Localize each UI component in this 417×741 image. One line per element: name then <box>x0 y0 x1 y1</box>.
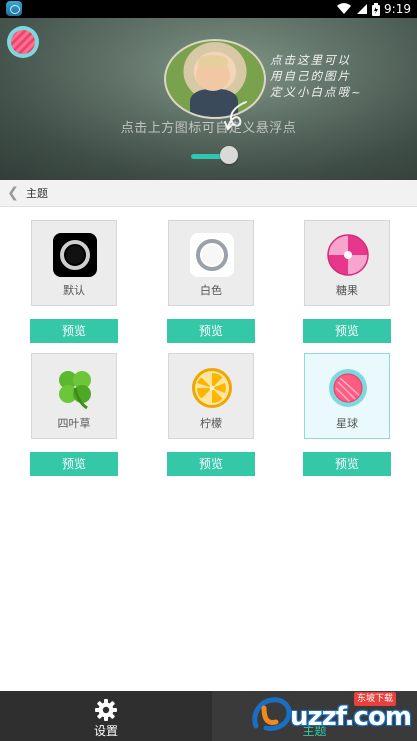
tab-label: 设置 <box>93 724 118 738</box>
header-caption: 点击上方图标可自定义悬浮点 <box>120 121 297 136</box>
title-bar: ❮ 主题 <box>0 180 417 207</box>
tab-settings[interactable]: 设置 <box>0 691 212 741</box>
gear-icon <box>95 699 117 721</box>
preview-button-clover[interactable]: 预览 <box>30 452 118 476</box>
theme-label: 糖果 <box>336 284 358 297</box>
black-ring-icon <box>53 233 97 277</box>
size-slider-thumb[interactable] <box>220 146 238 164</box>
theme-card-candy[interactable]: 糖果 <box>304 220 390 306</box>
signal-icon <box>357 4 368 14</box>
theme-label: 白色 <box>200 284 222 297</box>
theme-label: 四叶草 <box>57 417 91 430</box>
candy-icon <box>327 234 369 276</box>
watermark-logo-icon <box>252 697 292 731</box>
planet-icon <box>329 369 367 407</box>
theme-card-planet[interactable]: 星球 <box>304 353 390 439</box>
theme-card-default[interactable]: 默认 <box>31 220 117 306</box>
battery-icon <box>372 2 381 16</box>
lemon-icon <box>192 368 232 408</box>
status-time: 9:19 <box>384 2 411 16</box>
preview-button-candy[interactable]: 预览 <box>303 319 391 343</box>
preview-button-white[interactable]: 预览 <box>167 319 255 343</box>
page-title: 主题 <box>26 187 48 200</box>
theme-card-white[interactable]: 白色 <box>168 220 254 306</box>
custom-image-hint: 点击这里可以 用自己的图片 定义小白点哦~ <box>270 52 410 100</box>
header-banner: 点击这里可以 用自己的图片 定义小白点哦~ 点击上方图标可自定义悬浮点 <box>0 18 417 180</box>
watermark-text: uzzf.com <box>290 702 412 732</box>
status-bar: 9:19 <box>0 0 417 18</box>
custom-image-button[interactable] <box>164 39 266 119</box>
theme-label: 柠檬 <box>200 417 222 430</box>
app-notification-icon <box>6 1 22 16</box>
status-indicators: 9:19 <box>336 1 411 17</box>
theme-card-clover[interactable]: 四叶草 <box>31 353 117 439</box>
preview-button-lemon[interactable]: 预览 <box>167 452 255 476</box>
white-ring-icon <box>190 233 234 277</box>
wifi-icon <box>337 3 352 15</box>
hint-line: 用自己的图片 <box>270 69 351 83</box>
theme-label: 默认 <box>63 284 85 297</box>
back-chevron-icon[interactable]: ❮ <box>0 180 26 206</box>
preview-button-planet[interactable]: 预览 <box>303 452 391 476</box>
theme-label: 星球 <box>336 417 358 430</box>
preview-button-default[interactable]: 预览 <box>30 319 118 343</box>
hint-line: 定义小白点哦~ <box>270 85 363 99</box>
floating-ball-preview[interactable] <box>7 26 39 58</box>
watermark-badge: 东坡下载 <box>354 692 397 706</box>
watermark-logo: uzzf.com 东坡下载 <box>228 688 417 741</box>
hint-line: 点击这里可以 <box>270 53 351 67</box>
theme-card-lemon[interactable]: 柠檬 <box>168 353 254 439</box>
clover-icon <box>59 371 91 410</box>
